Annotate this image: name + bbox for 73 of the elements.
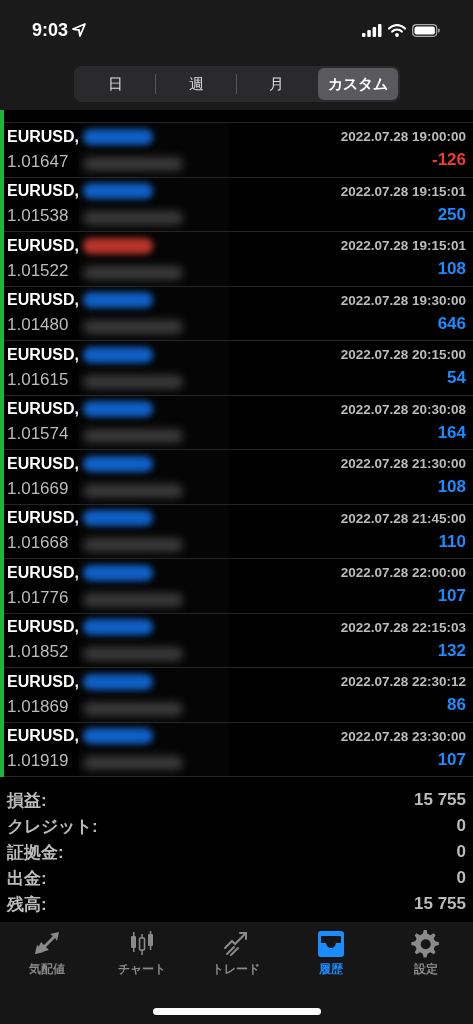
deal-time: 2022.07.28 20:15:00 xyxy=(340,347,466,363)
profit-value: 108 xyxy=(437,259,466,280)
symbol-text: EURUSD, xyxy=(7,672,79,691)
profit-value: 108 xyxy=(437,477,466,498)
price-text: 1.01776 xyxy=(7,587,70,608)
profit-value: 250 xyxy=(437,204,466,225)
summary-label: 損益: xyxy=(7,789,47,812)
deal-time: 2022.07.28 19:15:01 xyxy=(340,238,466,254)
period-tab[interactable]: 週 xyxy=(156,68,236,100)
price-text: 1.01869 xyxy=(7,696,70,717)
tab-bar-item[interactable]: 気配値 xyxy=(0,928,95,977)
profit-value: 164 xyxy=(437,422,466,443)
symbol-text: EURUSD, xyxy=(7,182,79,201)
deal-time: 2022.07.28 22:00:00 xyxy=(340,565,466,581)
battery-icon xyxy=(412,23,440,37)
deal-time: 2022.07.28 22:30:12 xyxy=(340,674,466,690)
price-text: 1.01538 xyxy=(7,206,70,227)
summary-label: クレジット: xyxy=(7,815,98,838)
symbol-text: EURUSD, xyxy=(7,236,79,255)
period-tab[interactable]: カスタム xyxy=(317,68,398,100)
summary-value: 0 xyxy=(456,868,466,888)
profit-value: 646 xyxy=(437,313,466,334)
symbol-text: EURUSD, xyxy=(7,400,79,419)
price-text: 1.01669 xyxy=(7,478,70,499)
deal-time: 2022.07.28 19:00:00 xyxy=(340,129,466,145)
signal-icon xyxy=(362,23,382,37)
symbol-text: EURUSD, xyxy=(7,127,79,146)
price-text: 1.01522 xyxy=(7,260,70,281)
profit-value: 54 xyxy=(447,368,466,389)
price-text: 1.01647 xyxy=(7,151,70,172)
profit-value: 86 xyxy=(447,695,466,716)
tab-bar-item[interactable]: トレード xyxy=(189,928,284,977)
period-tab[interactable]: 月 xyxy=(237,68,317,100)
deal-time: 2022.07.28 22:15:03 xyxy=(340,619,466,635)
profit-value: 110 xyxy=(438,531,466,552)
profit-value: -126 xyxy=(431,150,466,171)
symbol-text: EURUSD, xyxy=(7,291,79,310)
wifi-icon xyxy=(388,23,406,37)
summary-value: 0 xyxy=(456,816,466,836)
profit-value: 107 xyxy=(437,749,466,770)
summary-label: 証拠金: xyxy=(7,841,64,864)
price-text: 1.01615 xyxy=(7,369,70,390)
period-tab[interactable]: 日 xyxy=(75,68,156,100)
price-text: 1.01574 xyxy=(7,424,70,445)
tab-bar-item[interactable]: 設定 xyxy=(378,928,473,977)
deal-time: 2022.07.28 19:30:00 xyxy=(340,292,466,308)
summary-value: 15 755 xyxy=(414,894,466,914)
symbol-text: EURUSD, xyxy=(7,454,79,473)
symbol-text: EURUSD, xyxy=(7,345,79,364)
symbol-text: EURUSD, xyxy=(7,618,79,637)
symbol-text: EURUSD, xyxy=(7,509,79,528)
deal-time: 2022.07.28 21:45:00 xyxy=(340,510,466,526)
profit-value: 132 xyxy=(437,640,466,661)
summary-label: 残高: xyxy=(7,893,47,916)
settings-icon xyxy=(409,928,442,960)
profit-value: 107 xyxy=(437,586,466,607)
symbol-text: EURUSD, xyxy=(7,563,79,582)
summary-value: 15 755 xyxy=(414,790,466,810)
price-text: 1.01480 xyxy=(7,315,70,336)
price-text: 1.01668 xyxy=(7,533,70,554)
location-arrow-icon xyxy=(72,23,87,37)
tab-bar-item[interactable]: 履歴 xyxy=(283,928,379,977)
summary-label: 出金: xyxy=(7,867,47,890)
symbol-text: EURUSD, xyxy=(7,727,79,746)
deal-time: 2022.07.28 19:15:01 xyxy=(340,183,466,199)
deal-time: 2022.07.28 21:30:00 xyxy=(340,456,466,472)
deal-time: 2022.07.28 23:30:00 xyxy=(340,728,466,744)
tab-bar-item[interactable]: チャート xyxy=(94,928,190,977)
summary-value: 0 xyxy=(456,842,466,862)
price-text: 1.01852 xyxy=(7,642,70,663)
deal-time: 2022.07.28 20:30:08 xyxy=(340,401,466,417)
price-text: 1.01919 xyxy=(7,751,70,772)
clock-time: 9:03 xyxy=(32,19,69,41)
